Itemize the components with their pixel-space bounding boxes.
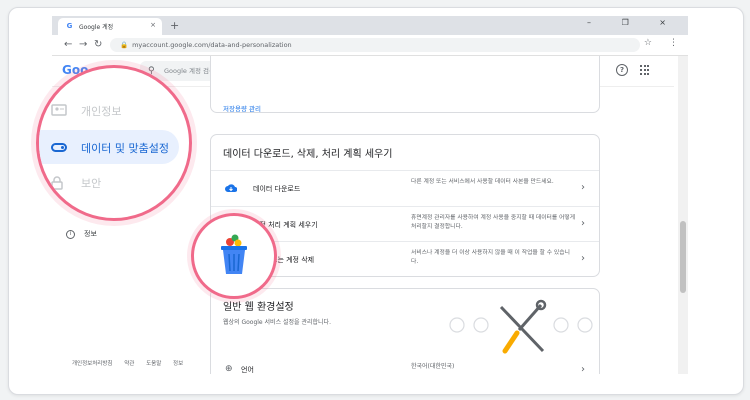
window-controls[interactable]: – ❐ ×	[587, 18, 680, 27]
address-bar[interactable]: 🔒 myaccount.google.com/data-and-personali…	[110, 38, 640, 52]
card-title: 데이터 다운로드, 삭제, 처리 계획 세우기	[223, 149, 393, 160]
sidebar-item-label: 데이터 및 맞춤설정	[81, 142, 169, 155]
footer-links: 개인정보처리방침 약관 도움말 정보	[72, 359, 193, 367]
sidebar-item-label: 보안	[81, 177, 102, 190]
sidebar-zoom-callout: 개인정보 데이터 및 맞춤설정 보안	[36, 65, 192, 221]
forward-icon[interactable]: →	[79, 38, 87, 52]
card-subtitle: 웹상의 Google 서비스 설정을 관리합니다.	[223, 319, 331, 326]
new-tab-button[interactable]: +	[170, 18, 179, 33]
globe-icon: ⊕	[225, 364, 233, 374]
browser-toolbar: ← → ↻ 🔒 myaccount.google.com/data-and-per…	[52, 35, 688, 56]
manage-storage-link[interactable]: 저장용량 관리	[223, 103, 261, 113]
language-setting-row[interactable]: ⊕ 언어 한국어(대한민국) ›	[211, 357, 599, 374]
footer-link-help[interactable]: 도움말	[146, 361, 161, 367]
chevron-right-icon: ›	[581, 218, 585, 229]
reload-icon[interactable]: ↻	[94, 38, 102, 52]
footer-link-terms[interactable]: 약관	[124, 361, 134, 367]
sidebar-item-label: 정보	[84, 230, 97, 238]
sidebar-item-security[interactable]: 보안	[39, 166, 189, 200]
sidebar-item-personal-info[interactable]: 개인정보	[39, 94, 189, 128]
url-text: myaccount.google.com/data-and-personaliz…	[132, 41, 292, 49]
sidebar-item-data-personalization[interactable]: 데이터 및 맞춤설정	[39, 130, 179, 164]
row-label: 언어	[241, 366, 254, 374]
bookmark-star-icon[interactable]: ☆	[644, 38, 652, 48]
chevron-right-icon: ›	[581, 253, 585, 264]
sidebar-item-label: 개인정보	[81, 105, 122, 118]
info-icon: i	[66, 229, 75, 239]
browser-menu-icon[interactable]: ⋮	[669, 38, 678, 48]
toggle-icon	[51, 143, 67, 152]
row-desc: 휴면계정 관리자를 사용하여 계정 사용을 중지할 때 데이터를 어떻게 처리할…	[411, 215, 576, 230]
sidebar-item-info[interactable]: i 정보	[66, 229, 97, 239]
tab-close-icon[interactable]: ×	[150, 21, 156, 29]
lock-icon: 🔒	[120, 41, 129, 49]
row-label: 또는 계정 삭제	[271, 256, 315, 264]
google-favicon-icon: G	[66, 22, 73, 30]
chevron-right-icon: ›	[581, 182, 585, 193]
chevron-right-icon: ›	[581, 364, 585, 374]
footer-link-privacy[interactable]: 개인정보처리방침	[72, 361, 112, 367]
cloud-download-icon	[225, 184, 237, 192]
person-card-icon	[51, 104, 67, 116]
row-desc: 다른 계정 또는 서비스에서 사용할 데이터 사본을 만드세요.	[411, 179, 554, 185]
apps-grid-icon[interactable]	[640, 65, 650, 75]
browser-tab[interactable]: G Google 계정 ×	[58, 18, 162, 35]
language-value: 한국어(대한민국)	[411, 363, 455, 370]
browser-tab-bar: G Google 계정 × + – ❐ ×	[52, 16, 688, 35]
tools-illustration-icon	[449, 299, 593, 354]
footer-link-about[interactable]: 정보	[173, 361, 183, 367]
row-label: 데이터 다운로드	[253, 185, 301, 193]
web-preferences-card: 일반 웹 환경설정 웹상의 Google 서비스 설정을 관리합니다. ⊕ 언어…	[210, 288, 600, 374]
row-desc: 서비스나 계정을 더 이상 사용하지 않을 때 이 작업을 할 수 있습니다.	[411, 250, 570, 265]
scrollbar-thumb[interactable]	[680, 221, 686, 293]
storage-card: 저장용량 관리	[210, 56, 600, 113]
trash-zoom-callout	[191, 213, 277, 299]
list-item-download[interactable]: 데이터 다운로드 다른 계정 또는 서비스에서 사용할 데이터 사본을 만드세요…	[211, 170, 599, 207]
help-icon[interactable]: ?	[616, 64, 628, 76]
page-scrollbar[interactable]	[678, 56, 688, 374]
search-placeholder: Google 계정 검색	[164, 67, 215, 75]
lock-icon	[51, 176, 63, 190]
back-icon[interactable]: ←	[64, 38, 72, 52]
tab-title: Google 계정	[79, 24, 114, 31]
card-title: 일반 웹 환경설정	[223, 302, 294, 313]
trash-icon	[221, 234, 247, 274]
